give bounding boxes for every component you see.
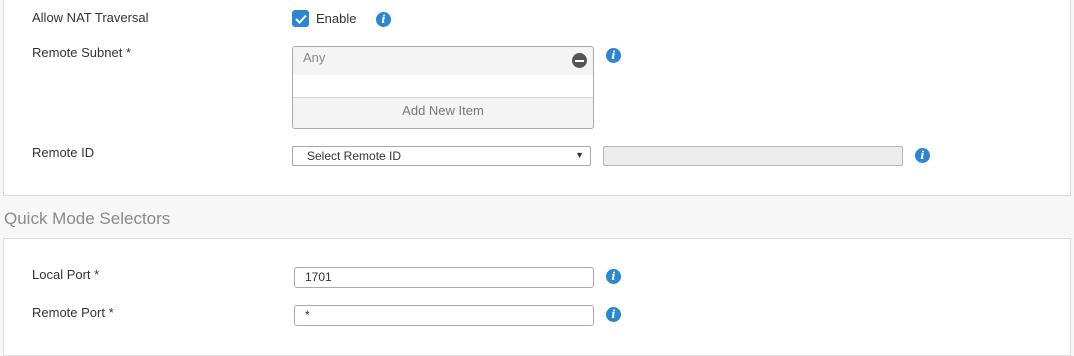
remote-id-input [603,146,903,166]
checkmark-icon [294,14,307,24]
nat-traversal-label: Allow NAT Traversal [32,10,149,25]
list-item-text: Any [303,50,326,65]
remote-id-select[interactable]: Select Remote ID ▼ [292,146,591,166]
info-icon[interactable]: i [606,269,621,284]
local-port-input[interactable]: 1701 [294,267,594,288]
section-title: Quick Mode Selectors [4,209,171,228]
nat-traversal-checkbox[interactable] [292,10,309,27]
remote-port-input[interactable]: * [294,305,594,326]
remote-subnet-label: Remote Subnet * [32,45,132,60]
info-icon[interactable]: i [606,307,621,322]
remove-item-icon[interactable] [572,53,587,68]
info-icon[interactable]: i [606,48,621,63]
info-icon[interactable]: i [915,148,930,163]
nat-traversal-checkbox-label[interactable]: Enable [316,11,356,26]
remote-id-select-value: Select Remote ID [307,149,402,163]
list-item[interactable]: Any [293,47,593,75]
remote-id-label: Remote ID [32,145,95,160]
info-icon[interactable]: i [376,12,391,27]
quick-mode-panel [3,238,1071,356]
local-port-label: Local Port * [32,267,100,282]
add-new-item-button[interactable]: Add New Item [293,97,593,128]
chevron-down-icon: ▼ [575,150,584,160]
remote-port-label: Remote Port * [32,305,114,320]
remote-subnet-list: Any Add New Item [292,46,594,129]
